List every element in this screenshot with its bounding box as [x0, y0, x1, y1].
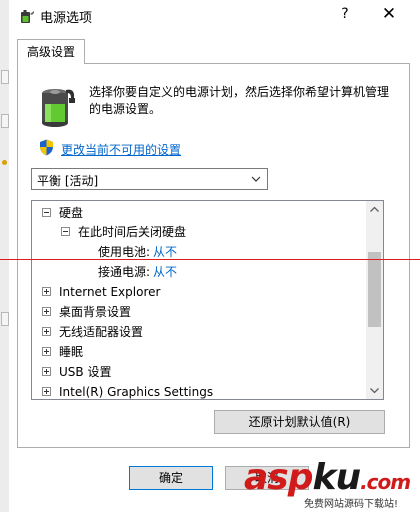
- power-plan-selected-value: 平衡 [活动]: [37, 174, 99, 188]
- background-control: [1, 70, 9, 84]
- watermark-tagline: 免费网站源码下载站!: [304, 495, 399, 510]
- scroll-down-icon[interactable]: [366, 382, 383, 399]
- battery-icon: [42, 89, 75, 127]
- change-unavailable-settings-link[interactable]: 更改当前不可用的设置: [61, 141, 181, 158]
- help-button[interactable]: ?: [335, 6, 355, 22]
- tree-item-plugged-in[interactable]: 接通电源: 从不: [32, 262, 362, 282]
- expand-icon[interactable]: [42, 347, 51, 356]
- tree-item-usb-settings[interactable]: USB 设置: [32, 362, 362, 382]
- collapse-icon[interactable]: [61, 227, 70, 236]
- expand-icon[interactable]: [42, 307, 51, 316]
- battery-plug-icon: [21, 10, 34, 23]
- uac-shield-icon: [40, 139, 53, 156]
- expand-icon[interactable]: [42, 287, 51, 296]
- watermark: aspku.com 免费网站源码下载站!: [244, 458, 420, 512]
- chevron-down-icon: [251, 176, 261, 182]
- window-title: 电源选项: [40, 11, 93, 26]
- tree-scrollbar[interactable]: [366, 201, 383, 399]
- scroll-up-icon[interactable]: [366, 201, 383, 218]
- tree-item-turn-off-hard-disk[interactable]: 在此时间后关闭硬盘: [32, 222, 362, 242]
- plugged-in-value-link[interactable]: 从不: [153, 262, 177, 282]
- settings-tree-rows: 硬盘 在此时间后关闭硬盘 使用电池: 从不 接通电源: 从不 Internet …: [32, 201, 368, 399]
- tab-advanced-settings[interactable]: 高级设置: [17, 39, 85, 64]
- close-button[interactable]: ✕: [377, 4, 401, 24]
- tree-item-intel-graphics[interactable]: Intel(R) Graphics Settings: [32, 382, 362, 399]
- title-bar[interactable]: 电源选项 ? ✕: [9, 0, 419, 32]
- tree-item-wireless-adapter[interactable]: 无线适配器设置: [32, 322, 362, 342]
- restore-plan-defaults-button[interactable]: 还原计划默认值(R): [214, 410, 385, 434]
- settings-tree[interactable]: 硬盘 在此时间后关闭硬盘 使用电池: 从不 接通电源: 从不 Internet …: [31, 200, 384, 400]
- expand-icon[interactable]: [42, 327, 51, 336]
- tree-item-hard-disk[interactable]: 硬盘: [32, 203, 362, 223]
- scrollbar-thumb[interactable]: [368, 252, 381, 327]
- annotation-line: [0, 259, 420, 260]
- background-control: [1, 312, 9, 326]
- power-plan-dropdown[interactable]: 平衡 [活动]: [31, 168, 268, 190]
- description-text: 选择你要自定义的电源计划，然后选择你希望计算机管理的电源设置。: [89, 85, 390, 116]
- expand-icon[interactable]: [42, 387, 51, 396]
- tree-item-internet-explorer[interactable]: Internet Explorer: [32, 282, 362, 302]
- ok-button[interactable]: 确定: [129, 466, 213, 490]
- power-options-dialog: 电源选项 ? ✕ 高级设置 选择你要自定义的电源计划，然后选择你希望计算机管理的…: [9, 0, 419, 512]
- tree-item-sleep[interactable]: 睡眠: [32, 342, 362, 362]
- background-icon: [2, 160, 7, 165]
- tree-item-desktop-background[interactable]: 桌面背景设置: [32, 302, 362, 322]
- expand-icon[interactable]: [42, 367, 51, 376]
- background-control: [1, 114, 9, 128]
- collapse-icon[interactable]: [42, 208, 51, 217]
